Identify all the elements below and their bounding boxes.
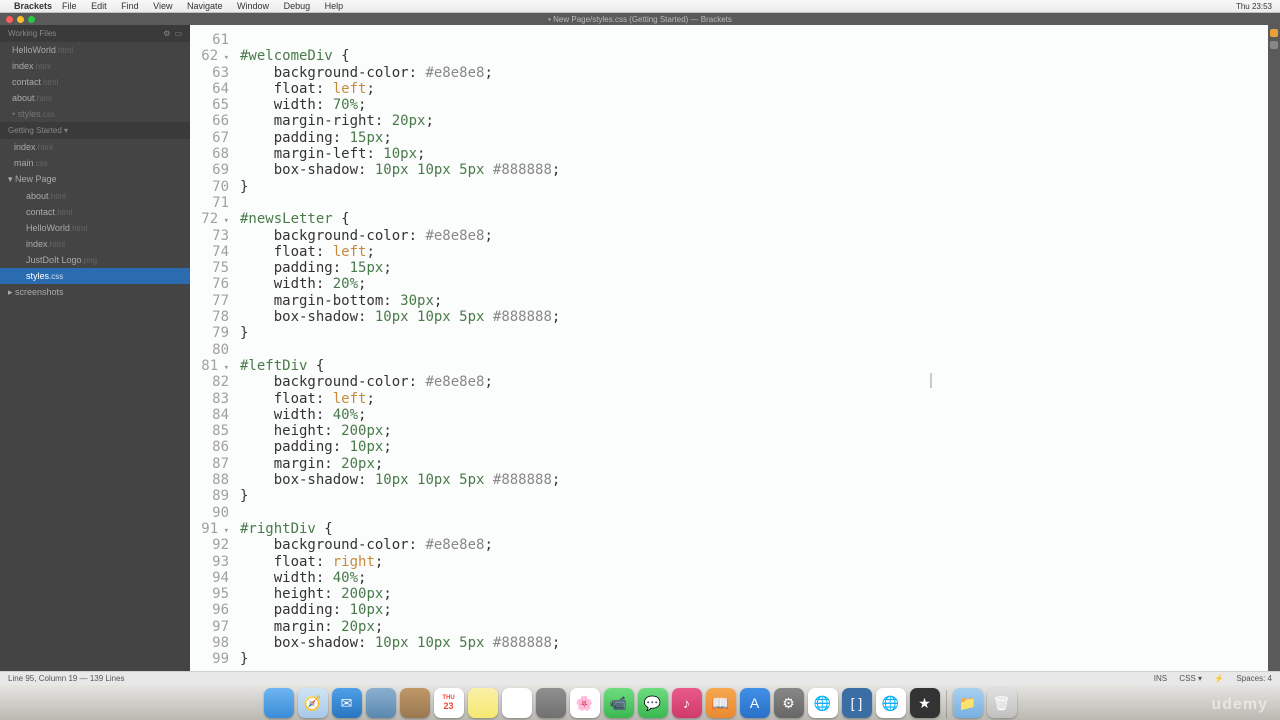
dock-messages[interactable]: 💬 — [638, 688, 668, 718]
menu-view[interactable]: View — [153, 1, 172, 11]
menu-file[interactable]: File — [62, 1, 77, 11]
line-gutter[interactable]: 6162 ▾63646566676869707172 ▾737475767778… — [190, 31, 235, 667]
gear-icon[interactable]: ⚙ — [163, 29, 170, 38]
window-title: • New Page/styles.css (Getting Started) … — [548, 15, 732, 24]
code-area[interactable]: #welcomeDiv { background-color: #e8e8e8;… — [240, 31, 1270, 667]
working-files-label: Working Files — [8, 29, 56, 38]
menu-help[interactable]: Help — [325, 1, 344, 11]
minimize-button[interactable] — [17, 16, 24, 23]
mac-menubar: Brackets File Edit Find View Navigate Wi… — [0, 0, 1280, 13]
tree-item[interactable]: styles.css — [0, 268, 190, 284]
close-button[interactable] — [6, 16, 13, 23]
code-editor[interactable]: 6162 ▾63646566676869707172 ▾737475767778… — [190, 25, 1280, 671]
menu-find[interactable]: Find — [121, 1, 139, 11]
dock-chrome-canary[interactable]: 🌐 — [876, 688, 906, 718]
dock-settings[interactable]: ⚙ — [774, 688, 804, 718]
dock: 🧭 ✉ THU23 🌸 📹 💬 ♪ 📖 A ⚙ 🌐 [ ] 🌐 ★ 📁 🗑 — [0, 685, 1280, 720]
dock-downloads[interactable]: 📁 — [953, 688, 983, 718]
working-file[interactable]: about.html — [0, 90, 190, 106]
working-file[interactable]: • styles.css — [0, 106, 190, 122]
split-icon[interactable]: ▭ — [174, 29, 182, 38]
working-files-header[interactable]: Working Files ⚙ ▭ — [0, 25, 190, 42]
dock-launchpad[interactable] — [536, 688, 566, 718]
tree-item[interactable]: HelloWorld.html — [0, 220, 190, 236]
menubar-status: Thu 23:53 — [1228, 1, 1272, 11]
watermark: udemy — [1211, 696, 1268, 714]
dock-trash[interactable]: 🗑 — [987, 688, 1017, 718]
traffic-lights — [6, 16, 35, 23]
window-titlebar: • New Page/styles.css (Getting Started) … — [0, 13, 1280, 25]
project-label: Getting Started ▾ — [8, 126, 68, 135]
live-preview-icon[interactable] — [1270, 29, 1278, 37]
tree-item[interactable]: ▾ New Page — [0, 171, 190, 188]
menu-navigate[interactable]: Navigate — [187, 1, 223, 11]
dock-chrome[interactable]: 🌐 — [808, 688, 838, 718]
tree-item[interactable]: ▸ screenshots — [0, 284, 190, 301]
dock-notes[interactable] — [468, 688, 498, 718]
language-mode[interactable]: CSS ▾ — [1179, 674, 1202, 683]
sidebar: Working Files ⚙▭ HelloWorld.htmlindex.ht… — [0, 25, 190, 671]
app-menu[interactable]: Brackets — [14, 1, 52, 11]
dock-calendar[interactable]: THU23 — [434, 688, 464, 718]
cursor-position[interactable]: Line 95, Column 19 — 139 Lines — [8, 674, 125, 683]
working-file[interactable]: index.html — [0, 58, 190, 74]
lint-icon[interactable]: ⚡ — [1214, 674, 1224, 683]
dock-brackets[interactable]: [ ] — [842, 688, 872, 718]
insert-mode[interactable]: INS — [1154, 674, 1167, 683]
tree-item[interactable]: main.css — [0, 155, 190, 171]
dock-reminders[interactable] — [502, 688, 532, 718]
dock-facetime[interactable]: 📹 — [604, 688, 634, 718]
right-toolbar — [1268, 25, 1280, 671]
tree-item[interactable]: index.html — [0, 139, 190, 155]
dock-mail[interactable]: ✉ — [332, 688, 362, 718]
dock-photos[interactable]: 🌸 — [570, 688, 600, 718]
working-file[interactable]: contact.html — [0, 74, 190, 90]
tree-item[interactable]: JustDoIt Logo.png — [0, 252, 190, 268]
tree-item[interactable]: about.html — [0, 188, 190, 204]
dock-finder[interactable] — [264, 688, 294, 718]
dock-imovie[interactable]: ★ — [910, 688, 940, 718]
text-cursor — [930, 373, 932, 388]
dock-appstore[interactable]: A — [740, 688, 770, 718]
statusbar: Line 95, Column 19 — 139 Lines INS CSS ▾… — [0, 671, 1280, 685]
dock-itunes[interactable]: ♪ — [672, 688, 702, 718]
dock-ibooks[interactable]: 📖 — [706, 688, 736, 718]
working-file[interactable]: HelloWorld.html — [0, 42, 190, 58]
tree-item[interactable]: index.html — [0, 236, 190, 252]
menu-debug[interactable]: Debug — [284, 1, 311, 11]
extensions-icon[interactable] — [1270, 41, 1278, 49]
menu-window[interactable]: Window — [237, 1, 269, 11]
project-header[interactable]: Getting Started ▾ — [0, 122, 190, 139]
dock-safari[interactable]: 🧭 — [298, 688, 328, 718]
dock-preview[interactable] — [366, 688, 396, 718]
dock-contacts[interactable] — [400, 688, 430, 718]
indent-mode[interactable]: Spaces: 4 — [1236, 674, 1272, 683]
menu-edit[interactable]: Edit — [91, 1, 107, 11]
clock[interactable]: Thu 23:53 — [1236, 2, 1272, 11]
menu-items: File Edit Find View Navigate Window Debu… — [62, 1, 355, 11]
maximize-button[interactable] — [28, 16, 35, 23]
tree-item[interactable]: contact.html — [0, 204, 190, 220]
